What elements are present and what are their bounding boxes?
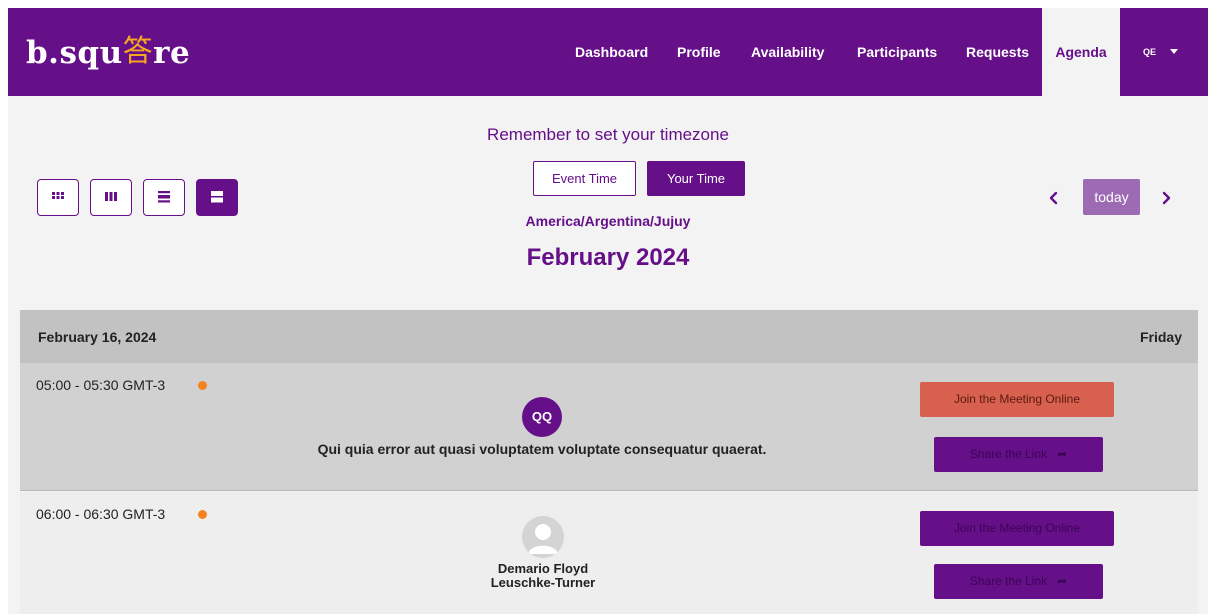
avatar: QQ	[522, 397, 562, 437]
nav-availability[interactable]: Availability	[751, 8, 824, 96]
agenda-event: 05:00 - 05:30 GMT-3 QQ Qui quia error au…	[20, 363, 1198, 491]
day-list-icon	[158, 191, 170, 203]
participant-name-line1: Demario Floyd	[497, 561, 589, 576]
month-title: February 2024	[526, 244, 690, 271]
share-arrow-icon: ➦	[1057, 447, 1068, 461]
user-initials: QE	[1143, 47, 1157, 57]
share-link-button[interactable]: Share the Link ➦	[934, 564, 1103, 599]
event-time: 06:00 - 06:30 GMT-3	[36, 506, 166, 522]
share-link-button[interactable]: Share the Link ➦	[934, 437, 1103, 472]
chevron-left-icon[interactable]	[1047, 191, 1061, 205]
timezone-reminder: Remember to set your timezone	[487, 125, 729, 144]
chevron-down-icon	[1170, 49, 1179, 55]
nav-profile[interactable]: Profile	[677, 8, 721, 96]
logo-suffix: re	[153, 35, 191, 71]
agenda-list-icon	[211, 191, 223, 203]
agenda-event: 06:00 - 06:30 GMT-3 Demario Floyd Leusch…	[20, 492, 1198, 614]
agenda-list: February 16, 2024 Friday 05:00 - 05:30 G…	[20, 310, 1198, 614]
day-header: February 16, 2024 Friday	[20, 310, 1198, 363]
day-weekday: Friday	[1139, 329, 1182, 345]
share-link-label: Share the Link	[969, 574, 1048, 588]
status-dot	[198, 510, 207, 519]
participant-name: Demario Floyd Leuschke-Turner	[440, 562, 646, 590]
event-title: Qui quia error aut quasi voluptatem volu…	[317, 441, 767, 457]
logo-mark: 答	[122, 34, 154, 69]
chevron-right-icon[interactable]	[1159, 191, 1173, 205]
day-date: February 16, 2024	[38, 329, 157, 345]
join-meeting-button[interactable]: Join the Meeting Online	[920, 382, 1114, 417]
participant-name-line2: Leuschke-Turner	[490, 575, 596, 590]
your-time-button[interactable]: Your Time	[647, 161, 745, 196]
avatar-placeholder-icon	[522, 516, 564, 558]
week-columns-icon	[105, 192, 117, 201]
month-grid-icon	[52, 192, 64, 199]
week-view-button[interactable]	[90, 179, 132, 216]
month-view-button[interactable]	[37, 179, 79, 216]
top-nav: b.squ答re Dashboard Profile Availability …	[8, 8, 1208, 96]
nav-requests[interactable]: Requests	[966, 8, 1029, 96]
user-menu[interactable]: QE	[1143, 8, 1179, 96]
event-time: 05:00 - 05:30 GMT-3	[36, 377, 166, 393]
page: b.squ答re Dashboard Profile Availability …	[8, 8, 1208, 614]
nav-agenda[interactable]: Agenda	[1042, 8, 1120, 96]
status-dot	[198, 381, 207, 390]
nav-participants[interactable]: Participants	[857, 8, 937, 96]
timezone-name: America/Argentina/Jujuy	[525, 213, 691, 229]
day-view-button[interactable]	[143, 179, 185, 216]
join-meeting-button[interactable]: Join the Meeting Online	[920, 511, 1114, 546]
logo[interactable]: b.squ答re	[26, 28, 190, 72]
today-button[interactable]: today	[1083, 179, 1140, 215]
event-time-button[interactable]: Event Time	[533, 161, 636, 196]
share-arrow-icon: ➦	[1057, 574, 1068, 588]
nav-dashboard[interactable]: Dashboard	[575, 8, 648, 96]
logo-prefix: b.squ	[26, 35, 123, 71]
agenda-view-button[interactable]	[196, 179, 238, 216]
share-link-label: Share the Link	[969, 447, 1048, 461]
